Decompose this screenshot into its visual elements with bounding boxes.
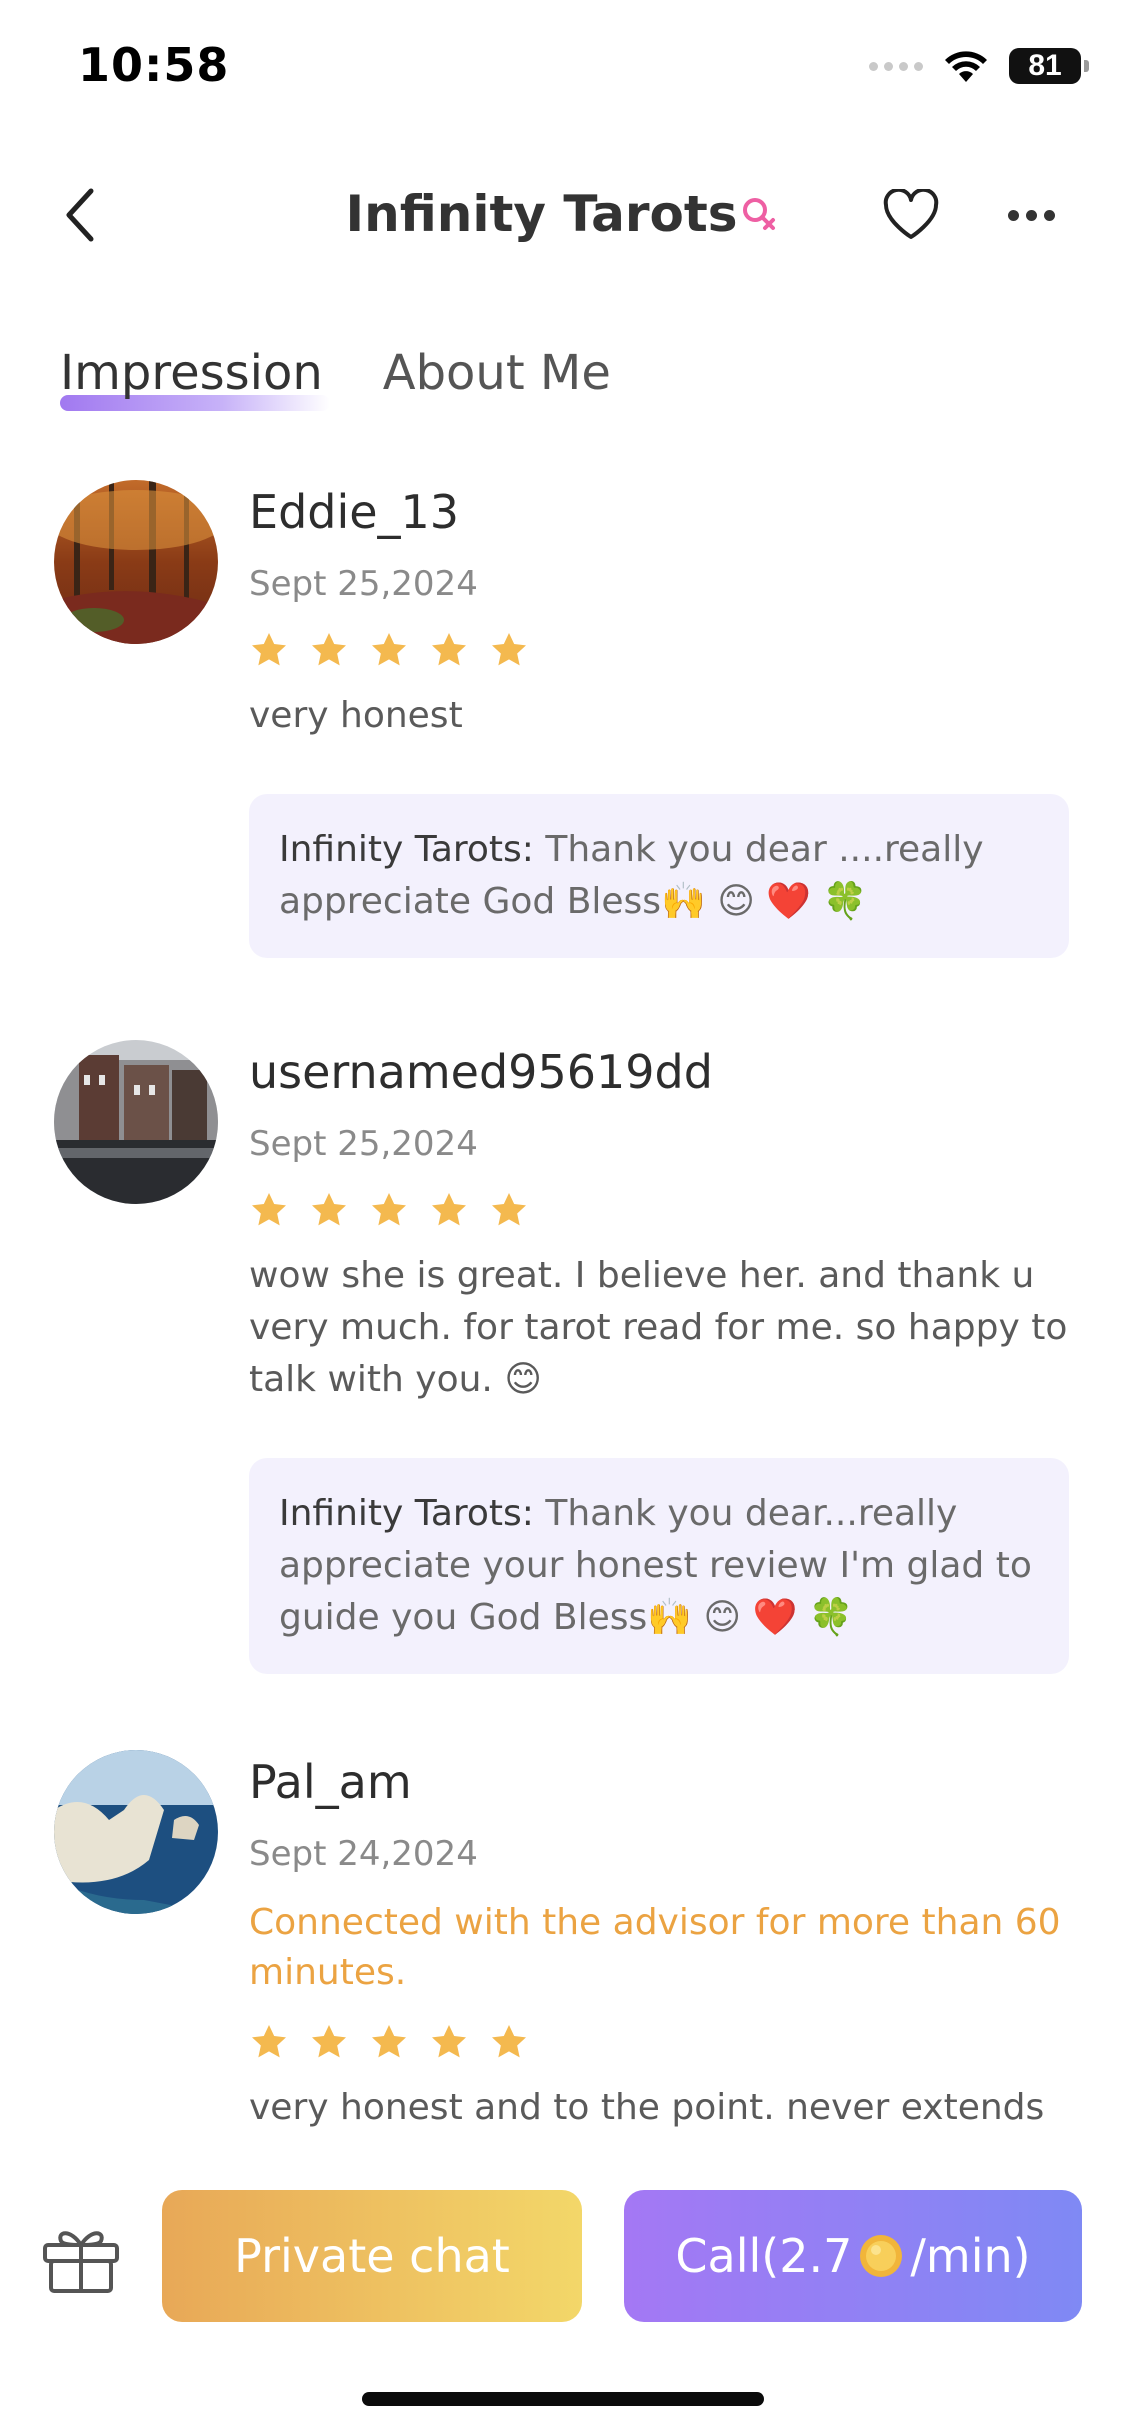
home-indicator[interactable]: [362, 2392, 764, 2406]
star-icon: [252, 1193, 286, 1226]
reviewer-name: usernamed95619dd: [249, 1045, 713, 1099]
review-date: Sept 25,2024: [249, 1124, 478, 1164]
star-icon: [312, 2025, 346, 2058]
status-bar: 10:58 81: [0, 0, 1125, 135]
star-icon: [432, 1193, 466, 1226]
heart-icon: [883, 189, 939, 239]
coin-icon: [860, 2235, 903, 2277]
call-button[interactable]: Call(2.7 /min): [624, 2190, 1082, 2322]
reply-author: Infinity Tarots:: [279, 1493, 534, 1534]
review-content: usernamed95619dd Sept 25,2024 wow she is…: [249, 1040, 1069, 1674]
call-rate-unit: /min): [910, 2229, 1031, 2283]
gift-icon: [43, 2231, 119, 2293]
star-icon: [252, 2025, 286, 2058]
reviewer-name: Pal_am: [249, 1755, 412, 1809]
reply-author: Infinity Tarots:: [279, 829, 534, 870]
tab-label: Impression: [60, 345, 323, 401]
advisor-name: Infinity Tarots: [345, 185, 738, 243]
tab-about-me[interactable]: About Me: [383, 345, 611, 425]
review-content: Pal_am Sept 24,2024 Connected with the a…: [249, 1750, 1069, 2134]
star-icon: [372, 2025, 406, 2058]
advisor-reply: Infinity Tarots: Thank you dear...really…: [249, 1458, 1069, 1674]
avatar: [54, 1750, 218, 1914]
star-icon: [492, 1193, 526, 1226]
star-icon: [432, 2025, 466, 2058]
star-icon: [312, 633, 346, 666]
bottom-action-bar: Private chat Call(2.7 /min): [0, 2160, 1125, 2436]
review-text: very honest: [249, 695, 463, 736]
female-icon: [739, 194, 779, 234]
review-text: very honest and to the point. never exte…: [249, 2087, 1045, 2128]
review-date: Sept 24,2024: [249, 1834, 478, 1874]
battery-indicator: 81: [1009, 48, 1089, 84]
star-icon: [432, 633, 466, 666]
tab-bar: Impression About Me: [60, 345, 611, 425]
call-label: Call(2.7: [675, 2229, 853, 2283]
gift-button[interactable]: [40, 2218, 122, 2300]
favorite-button[interactable]: [878, 185, 944, 245]
star-icon: [492, 2025, 526, 2058]
private-chat-button[interactable]: Private chat: [162, 2190, 582, 2322]
star-icon: [372, 633, 406, 666]
avatar: [54, 1040, 218, 1204]
more-dots-icon[interactable]: [998, 190, 1064, 240]
status-icons: 81: [869, 48, 1089, 84]
rating-stars: [249, 1188, 1069, 1232]
tab-label: About Me: [382, 345, 611, 401]
star-icon: [372, 1193, 406, 1226]
tab-impression[interactable]: Impression: [60, 345, 330, 425]
rating-stars: [249, 2020, 1069, 2064]
advisor-reply: Infinity Tarots: Thank you dear ....real…: [249, 794, 1069, 958]
rating-stars: [249, 628, 1069, 672]
review-content: Eddie_13 Sept 25,2024 very honest Infini…: [249, 480, 1069, 958]
wifi-icon: [945, 51, 987, 82]
page-title: Infinity Tarots: [0, 185, 1125, 243]
star-icon: [492, 633, 526, 666]
reviewer-name: Eddie_13: [249, 485, 460, 539]
review-text: wow she is great. I believe her. and tha…: [249, 1255, 1068, 1400]
review-date: Sept 25,2024: [249, 564, 478, 604]
connected-note: Connected with the advisor for more than…: [249, 1902, 1061, 1993]
status-time: 10:58: [78, 38, 230, 92]
header: Infinity Tarots: [0, 160, 1125, 270]
signal-icon: [869, 61, 923, 71]
star-icon: [252, 633, 286, 666]
star-icon: [312, 1193, 346, 1226]
avatar: [54, 480, 218, 644]
